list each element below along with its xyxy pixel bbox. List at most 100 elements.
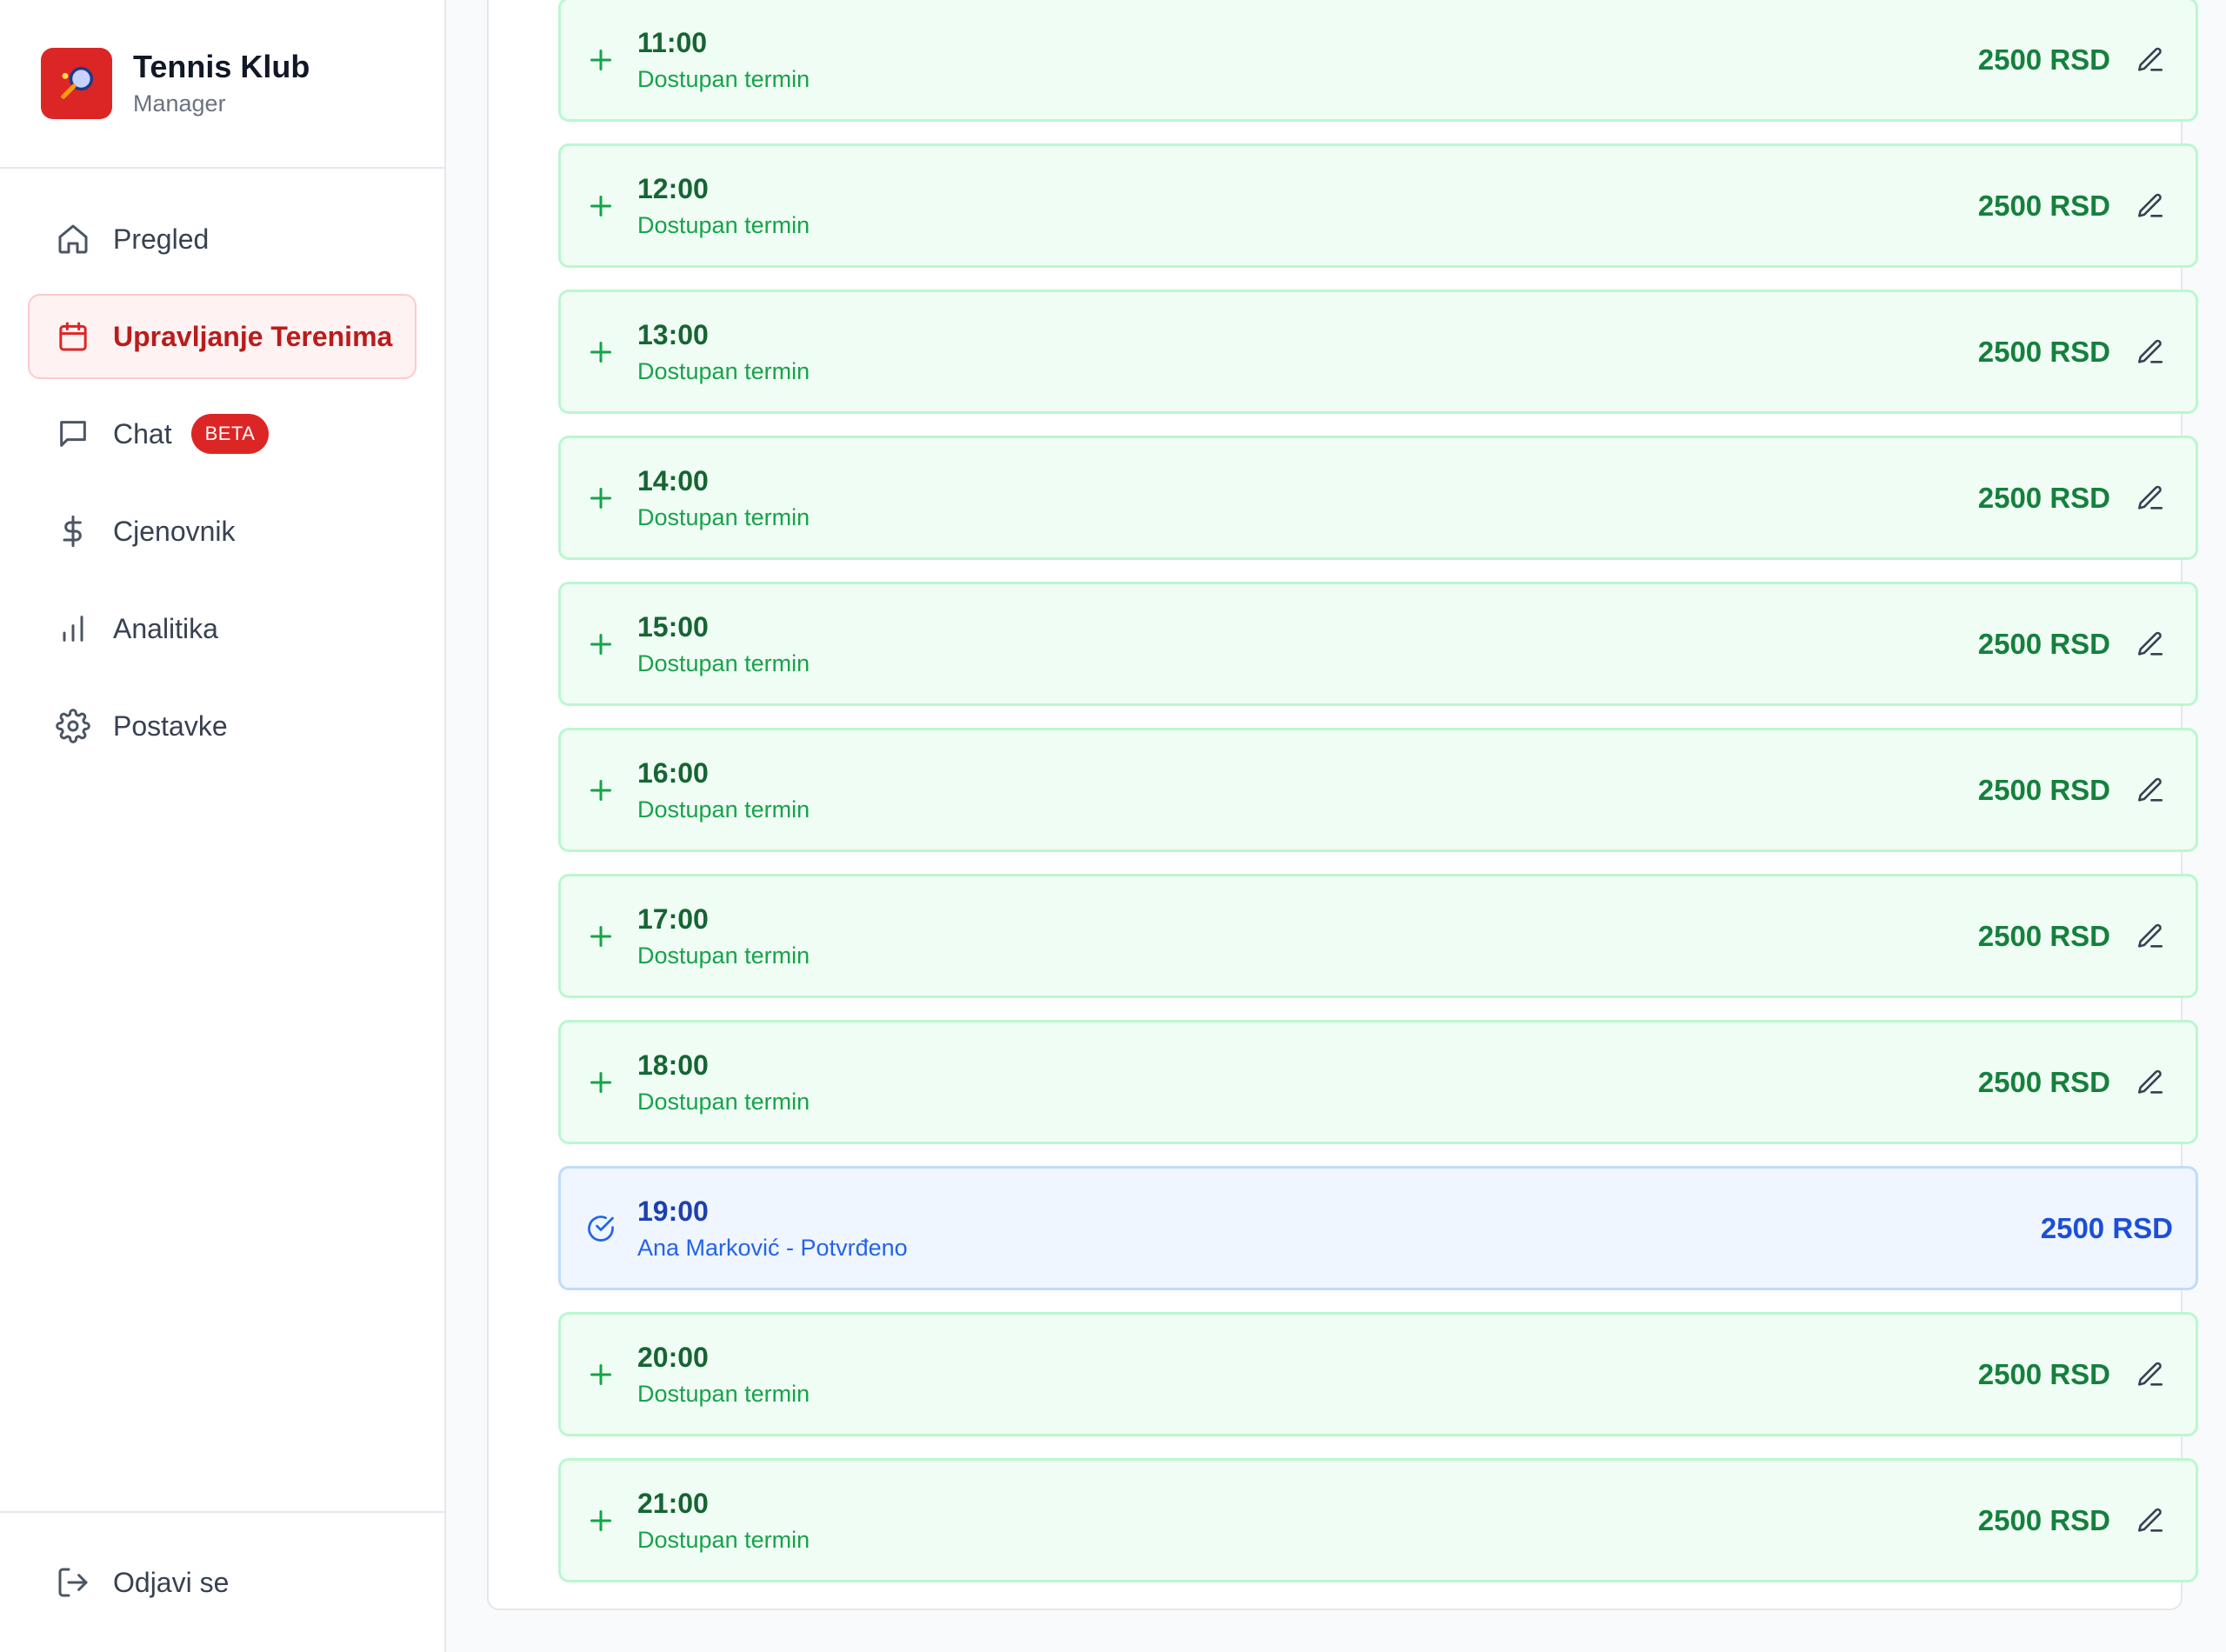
pencil-icon	[2137, 485, 2163, 510]
sidebar-item-label: Cjenovnik	[113, 515, 236, 547]
slot-price: 2500 RSD	[1977, 43, 2110, 76]
bar-chart-icon	[56, 611, 90, 646]
slot-price: 2500 RSD	[1977, 1065, 2110, 1098]
sidebar-item-analitika[interactable]: Analitika	[28, 586, 417, 671]
slot-time: 20:00	[637, 1341, 709, 1373]
edit-price-button[interactable]	[2131, 187, 2169, 225]
slot-price: 2500 RSD	[1977, 335, 2110, 368]
plus-icon	[561, 1359, 632, 1390]
slot-price: 2500 RSD	[1977, 627, 2110, 660]
check-circle-icon	[561, 1213, 632, 1244]
time-slot-14-00[interactable]: 14:00 Dostupan termin 2500 RSD	[558, 436, 2198, 560]
sidebar-item-upravljanje-terenima[interactable]: Upravljanje Terenima	[28, 294, 417, 379]
plus-icon	[561, 1505, 632, 1536]
pencil-icon	[2137, 777, 2163, 802]
slot-time: 14:00	[637, 464, 709, 496]
edit-price-button[interactable]	[2131, 41, 2169, 79]
time-slot-16-00[interactable]: 16:00 Dostupan termin 2500 RSD	[558, 728, 2198, 852]
slot-info: 11:00 Dostupan termin	[632, 25, 1978, 95]
edit-price-button[interactable]	[2131, 479, 2169, 517]
slot-time: 16:00	[637, 756, 709, 789]
pencil-icon	[2137, 1069, 2163, 1094]
logout-button[interactable]: Odjavi se	[28, 1540, 417, 1625]
sidebar-footer: Odjavi se	[0, 1511, 444, 1652]
slot-price: 2500 RSD	[1977, 1357, 2110, 1390]
slot-time: 12:00	[637, 172, 709, 204]
pencil-icon	[2137, 193, 2163, 217]
edit-price-button[interactable]	[2131, 333, 2169, 371]
sidebar-item-chat[interactable]: Chat BETA	[28, 391, 417, 476]
logout-icon	[56, 1565, 90, 1600]
slot-info: 16:00 Dostupan termin	[632, 756, 1978, 825]
slot-time: 17:00	[637, 903, 709, 935]
slot-status: Dostupan termin	[637, 357, 810, 384]
sidebar-item-label: Pregled	[113, 223, 210, 255]
pencil-icon	[2137, 1362, 2163, 1386]
pencil-icon	[2137, 631, 2163, 656]
slot-status: Dostupan termin	[637, 942, 810, 969]
edit-price-button[interactable]	[2131, 625, 2169, 663]
slot-price: 2500 RSD	[1977, 773, 2110, 806]
gear-icon	[56, 709, 90, 743]
pencil-icon	[2137, 339, 2163, 363]
plus-icon	[561, 44, 632, 76]
slot-time: 21:00	[637, 1487, 709, 1519]
slot-info: 12:00 Dostupan termin	[632, 171, 1978, 241]
slot-price: 2500 RSD	[1977, 481, 2110, 514]
slot-info: 17:00 Dostupan termin	[632, 902, 1978, 971]
slot-price: 2500 RSD	[1977, 1503, 2110, 1536]
plus-icon	[561, 336, 632, 368]
slot-info: 18:00 Dostupan termin	[632, 1048, 1978, 1117]
slot-status: Dostupan termin	[637, 1526, 810, 1553]
brand-title: Tennis Klub	[133, 49, 310, 84]
plus-icon	[561, 775, 632, 806]
brand-text: Tennis Klub Manager	[133, 48, 310, 119]
edit-price-button[interactable]	[2131, 1063, 2169, 1102]
edit-price-button[interactable]	[2131, 1356, 2169, 1394]
sidebar-item-postavke[interactable]: Postavke	[28, 683, 417, 769]
slot-price: 2500 RSD	[1977, 919, 2110, 952]
sidebar-item-pregled[interactable]: Pregled	[28, 197, 417, 282]
plus-icon	[561, 921, 632, 952]
time-slot-11-00[interactable]: 11:00 Dostupan termin 2500 RSD	[558, 0, 2198, 122]
plus-icon	[561, 629, 632, 660]
edit-price-button[interactable]	[2131, 1502, 2169, 1540]
slot-status: Dostupan termin	[637, 65, 810, 92]
brand-header: Tennis Klub Manager	[0, 0, 444, 169]
slot-info: 21:00 Dostupan termin	[632, 1486, 1978, 1555]
slot-status: Dostupan termin	[637, 1088, 810, 1115]
court-schedule-card: 11:00 Dostupan termin 2500 RSD 12:00 Dos…	[487, 0, 2198, 1610]
tennis-racket-logo-icon	[41, 48, 112, 119]
slot-status: Dostupan termin	[637, 796, 810, 823]
sidebar-item-label: Postavke	[113, 709, 228, 742]
time-slot-21-00[interactable]: 21:00 Dostupan termin 2500 RSD	[558, 1458, 2198, 1582]
plus-icon	[561, 190, 632, 222]
sidebar-item-cjenovnik[interactable]: Cjenovnik	[28, 489, 417, 574]
time-slot-15-00[interactable]: 15:00 Dostupan termin 2500 RSD	[558, 582, 2198, 706]
time-slot-13-00[interactable]: 13:00 Dostupan termin 2500 RSD	[558, 290, 2198, 414]
time-slot-19-00-booked[interactable]: 19:00 Ana Marković - Potvrđeno 2500 RSD	[558, 1166, 2198, 1290]
calendar-icon	[56, 319, 90, 354]
brand-subtitle: Manager	[133, 90, 226, 117]
main-content: 11:00 Dostupan termin 2500 RSD 12:00 Dos…	[446, 0, 2226, 1652]
slot-info: 19:00 Ana Marković - Potvrđeno	[632, 1194, 2041, 1263]
time-slot-20-00[interactable]: 20:00 Dostupan termin 2500 RSD	[558, 1312, 2198, 1436]
slot-info: 14:00 Dostupan termin	[632, 463, 1978, 533]
pencil-icon	[2137, 47, 2163, 71]
time-slot-18-00[interactable]: 18:00 Dostupan termin 2500 RSD	[558, 1020, 2198, 1144]
slot-status: Dostupan termin	[637, 211, 810, 238]
time-slot-12-00[interactable]: 12:00 Dostupan termin 2500 RSD	[558, 143, 2198, 268]
home-icon	[56, 222, 90, 256]
edit-price-button[interactable]	[2131, 917, 2169, 956]
sidebar: Tennis Klub Manager Pregled Upravljanje …	[0, 0, 446, 1652]
slot-info: 20:00 Dostupan termin	[632, 1340, 1978, 1409]
slot-time: 15:00	[637, 610, 709, 643]
pencil-icon	[2137, 923, 2163, 948]
slot-time: 13:00	[637, 318, 709, 350]
logout-label: Odjavi se	[113, 1566, 230, 1598]
edit-price-button[interactable]	[2131, 771, 2169, 809]
slot-time: 19:00	[637, 1195, 709, 1227]
time-slot-17-00[interactable]: 17:00 Dostupan termin 2500 RSD	[558, 874, 2198, 998]
dollar-icon	[56, 514, 90, 549]
chat-icon	[56, 416, 90, 451]
